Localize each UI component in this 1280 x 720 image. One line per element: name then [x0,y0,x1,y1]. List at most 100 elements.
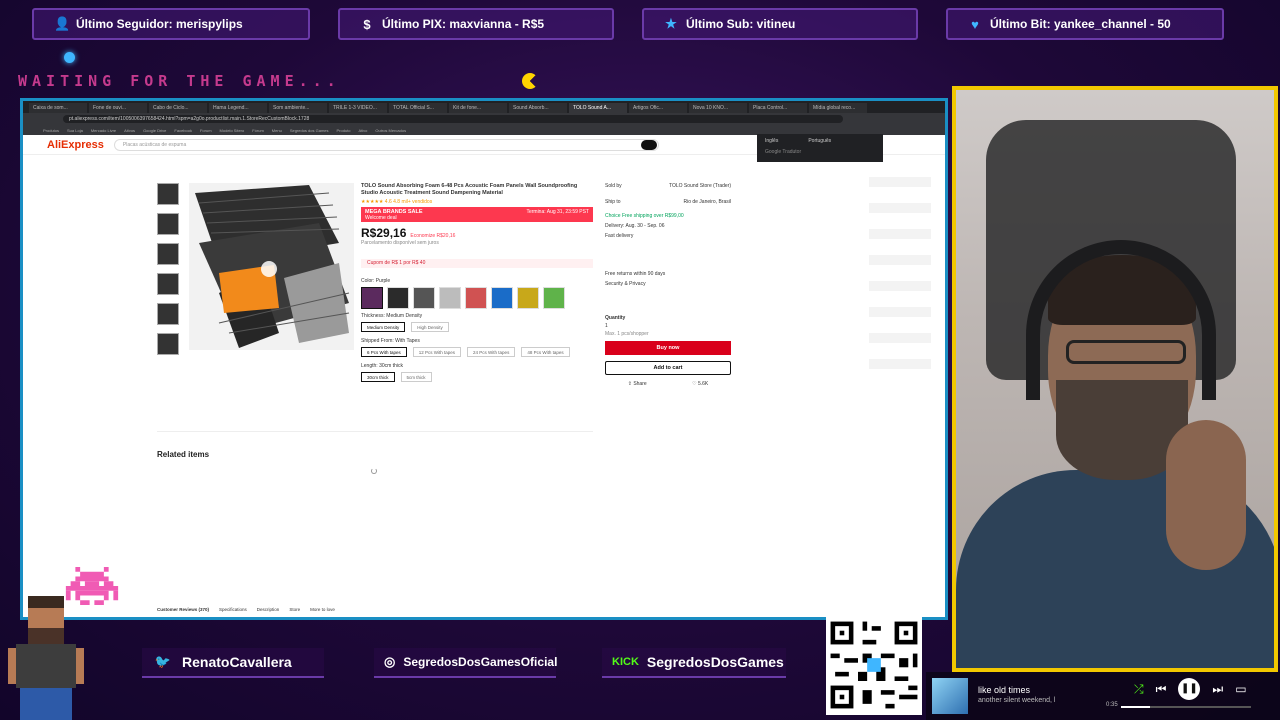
seller-name[interactable]: TOLO Sound Store (Trader) [669,183,731,189]
browser-tab[interactable]: Placa Control... [749,103,807,113]
shipsfrom-option[interactable]: 12 Pcs With tapes [412,347,462,357]
pixel-avatar-icon [8,596,84,720]
browser-tab[interactable]: TOTAL Official S... [389,103,447,113]
color-swatch[interactable] [543,287,565,309]
search-button[interactable] [640,139,657,150]
product-thumbnail[interactable] [157,333,179,355]
wishlist-button[interactable]: ♡ 5.6K [692,381,708,387]
twitter-icon: 🐦 [154,654,172,669]
translate-option[interactable]: Inglês [765,138,778,144]
fast-delivery[interactable]: Fast delivery [605,233,731,239]
bookmark-item[interactable]: Ativo [359,128,368,133]
last-pix-slot: $ Último PIX: maxvianna - R$5 [338,8,614,40]
product-thumbnail[interactable] [157,183,179,205]
share-label: Share [633,381,647,387]
ship-to-value[interactable]: Rio de Janeiro, Brasil [683,199,731,205]
browser-tab[interactable]: Hama Legend... [209,103,267,113]
security-privacy[interactable]: Security & Privacy [605,281,731,287]
bookmark-item[interactable]: Menu [272,128,282,133]
product-price: R$29,16 [361,226,407,240]
length-option[interactable]: 30cm thick [361,372,395,382]
browser-tab[interactable]: Cabo de Ciclo... [149,103,207,113]
lyrics-icon[interactable]: ▭ [1235,682,1246,696]
playback-progress[interactable] [1121,706,1251,708]
tab-description[interactable]: Description [257,607,280,612]
color-swatch[interactable] [413,287,435,309]
thickness-options: Medium Density High Density [361,322,593,332]
length-option[interactable]: 5cm thick [400,372,432,382]
browser-tab[interactable]: Fone de ouvi... [89,103,147,113]
aliexpress-logo[interactable]: AliExpress [47,139,104,151]
free-returns[interactable]: Free returns within 90 days [605,271,731,277]
product-info: TOLO Sound Absorbing Foam 6-48 Pcs Acous… [361,183,593,382]
thickness-option[interactable]: High Density [411,322,449,332]
bookmark-item[interactable]: Outros Mercados [375,128,406,133]
share-button[interactable]: ⇪ Share [628,381,647,387]
music-player: like old times another silent weekend, l… [926,672,1280,720]
user-icon: 👤 [54,16,71,31]
color-swatch[interactable] [387,287,409,309]
previous-icon[interactable]: ⏮ [1156,682,1167,697]
bookmark-item[interactable]: Ativos [124,128,135,133]
bookmark-item[interactable]: Modelo Sitero [220,128,245,133]
bookmark-item[interactable]: Forum [200,128,212,133]
tab-specifications[interactable]: Specifications [219,607,247,612]
bookmark-item[interactable]: Facebook [174,128,192,133]
color-swatch[interactable] [361,287,383,309]
product-rating[interactable]: ★★★★★ 4.6 4.8 mil+ vendidos [361,199,593,205]
shipsfrom-option[interactable]: 6 Pcs With tapes [361,347,407,357]
tab-more-to-love[interactable]: More to love [310,607,335,612]
coupon-banner[interactable]: Cupom de R$ 1 por R$ 40 [361,259,593,268]
product-thumbnail[interactable] [157,213,179,235]
heart-outline-icon: ♡ [692,381,697,387]
translate-option[interactable]: Português [808,138,831,144]
color-swatch[interactable] [491,287,513,309]
quantity-stepper[interactable]: 1 [605,323,731,329]
bookmark-item[interactable]: Produtos [43,128,59,133]
loading-spinner-icon [371,468,377,474]
product-thumbnail[interactable] [157,303,179,325]
bookmark-item[interactable]: Segredos dos Games [290,128,329,133]
qr-code-icon [826,615,922,715]
bookmark-item[interactable]: Produto [337,128,351,133]
color-swatch[interactable] [517,287,539,309]
browser-tab[interactable]: Som ambiente... [269,103,327,113]
tab-reviews[interactable]: Customer Reviews (370) [157,607,209,612]
browser-tab[interactable]: Kit de fone... [449,103,507,113]
last-bit-text: Último Bit: yankee_channel - 50 [990,17,1171,31]
thickness-option[interactable]: Medium Density [361,322,406,332]
product-thumbnail[interactable] [157,273,179,295]
browser-tab[interactable]: Sound Absorb... [509,103,567,113]
next-icon[interactable]: ⏭ [1212,682,1223,697]
buy-box: Sold by TOLO Sound Store (Trader) Ship t… [605,183,731,387]
bookmark-item[interactable]: Google Drive [143,128,166,133]
color-swatch[interactable] [439,287,461,309]
tab-store[interactable]: Store [289,607,300,612]
color-swatch[interactable] [465,287,487,309]
url-input[interactable]: pt.aliexpress.com/item/1005006397658424.… [63,115,843,123]
bookmark-item[interactable]: Sua Loja [67,128,83,133]
shuffle-icon[interactable]: ⤮ [1134,682,1144,697]
sale-banner: MEGA BRANDS SALE Welcome deal Termina: A… [361,207,593,222]
shipsfrom-option[interactable]: 24 Pcs With tapes [467,347,516,357]
search-input[interactable]: Placas acústicas de espuma [113,138,659,151]
product-thumbnail[interactable] [157,243,179,265]
length-options: 30cm thick 5cm thick [361,372,593,382]
browser-tab[interactable]: Artigos Ofic... [629,103,687,113]
delivery-text[interactable]: Delivery: Aug. 30 - Sep. 06 [605,223,731,229]
video-play-icon[interactable] [261,261,277,277]
browser-tab[interactable]: Caixa de som... [29,103,87,113]
sale-ends: Termina: Aug 31, 23:59 PST [526,209,589,215]
max-per-shopper: Max. 1 pcs/shopper [605,331,649,337]
browser-tab[interactable]: Nova 10 KNO... [689,103,747,113]
product-main-image[interactable] [189,183,354,350]
buy-now-button[interactable]: Buy now [605,341,731,355]
bookmark-item[interactable]: Mercado Livre [91,128,116,133]
pause-button[interactable]: ❚❚ [1178,678,1201,700]
bookmark-item[interactable]: Fórum [252,128,264,133]
shipsfrom-option[interactable]: 48 Pcs With tapes [521,347,570,357]
browser-tab[interactable]: TRILE 1-3 VIDEO... [329,103,387,113]
add-to-cart-button[interactable]: Add to cart [605,361,731,375]
browser-tab-active[interactable]: TOLO Sound A... [569,103,627,113]
browser-tab[interactable]: Mídia global reco... [809,103,867,113]
